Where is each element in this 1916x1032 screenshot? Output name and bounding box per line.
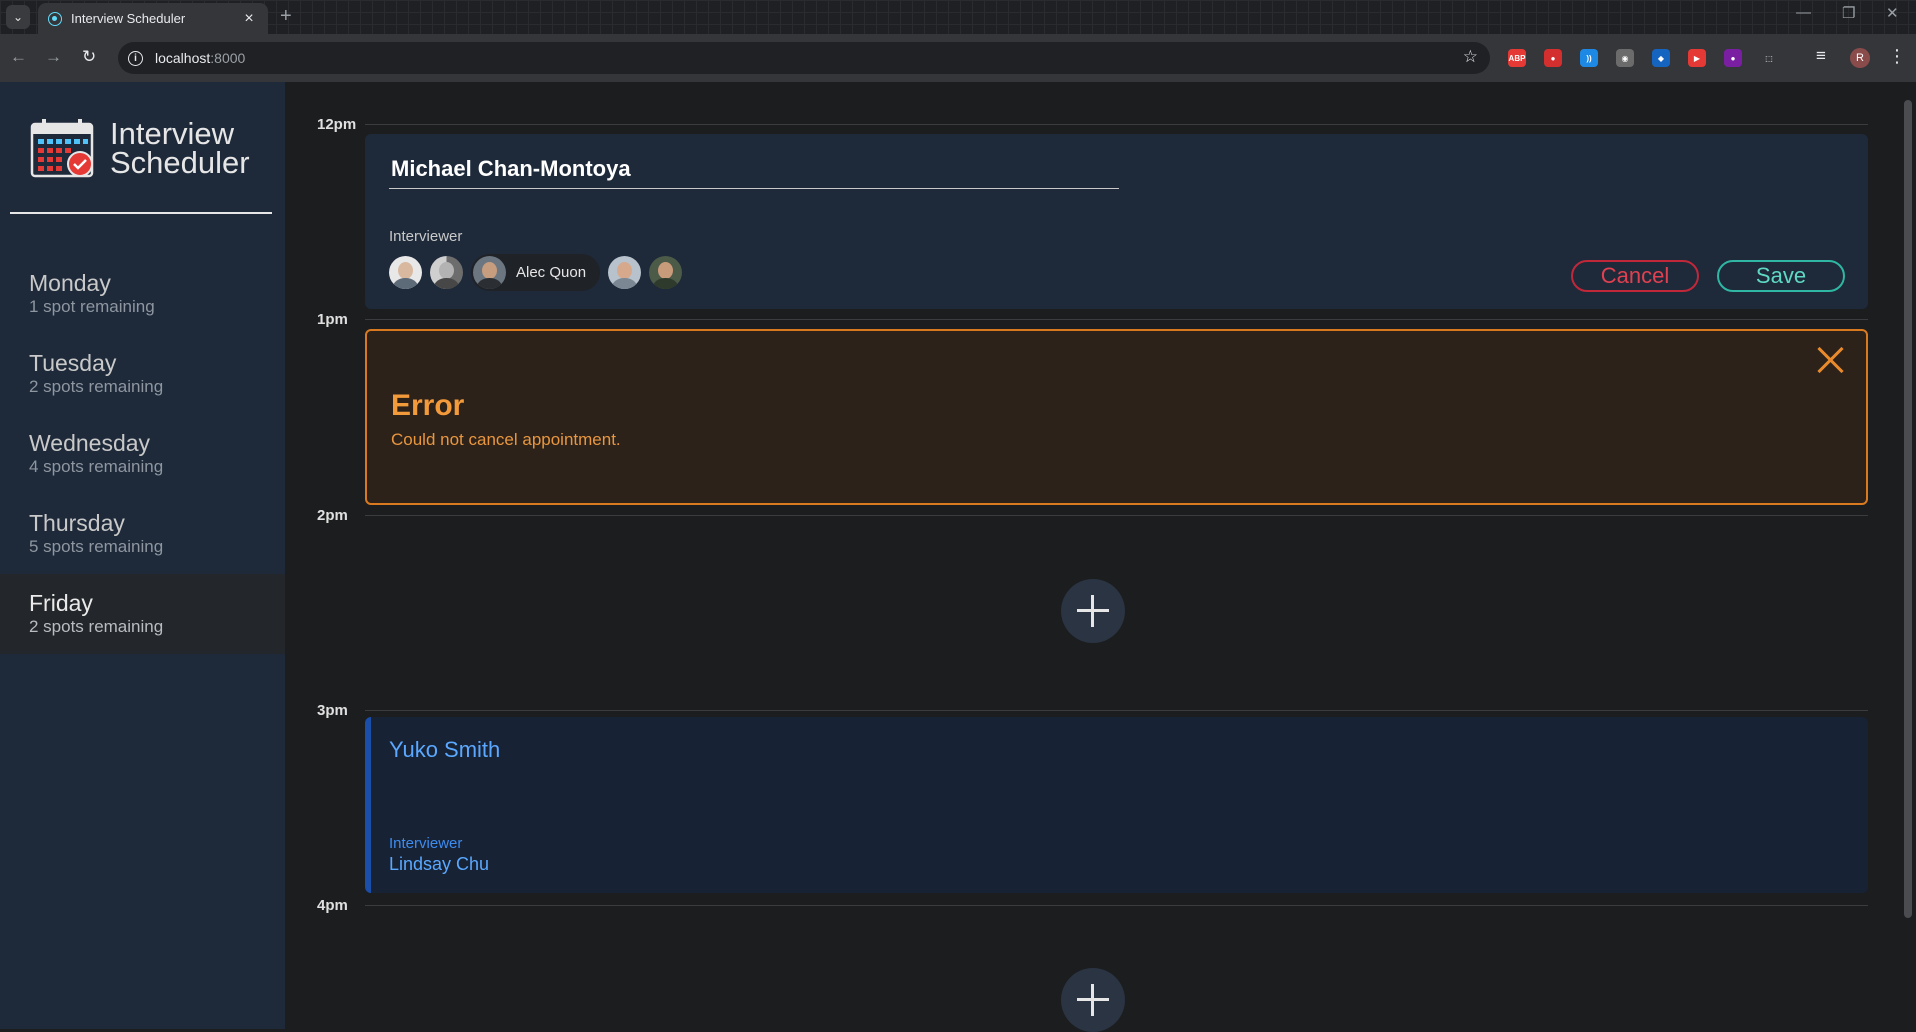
day-name: Friday: [29, 590, 93, 616]
time-divider: [365, 710, 1868, 711]
close-window-icon[interactable]: ✕: [1886, 4, 1899, 22]
add-appointment-button[interactable]: [1061, 968, 1125, 1032]
error-alert: Error Could not cancel appointment.: [365, 329, 1868, 505]
time-label: 2pm: [317, 507, 348, 524]
day-spots-remaining: 1 spot remaining: [29, 297, 155, 316]
interviewer-avatar[interactable]: [649, 256, 683, 289]
new-tab-button[interactable]: +: [280, 5, 292, 28]
menu-icon[interactable]: ⋮: [1888, 46, 1906, 67]
time-divider: [365, 905, 1868, 906]
day-spots-remaining: 5 spots remaining: [29, 537, 164, 556]
extension-icon[interactable]: ●: [1724, 49, 1742, 67]
forward-icon[interactable]: →: [45, 47, 62, 67]
browser-tab[interactable]: Interview Scheduler ×: [38, 3, 268, 34]
address-bar[interactable]: i localhost:8000 ☆: [118, 42, 1490, 74]
extension-icon[interactable]: )): [1580, 49, 1598, 67]
time-label: 12pm: [317, 116, 357, 133]
error-message: Could not cancel appointment.: [391, 430, 621, 449]
restore-icon[interactable]: ❐: [1842, 4, 1855, 22]
close-icon[interactable]: [1816, 345, 1846, 375]
sidebar-divider: [10, 212, 272, 214]
day-list-item[interactable]: Tuesday 2 spots remaining: [0, 334, 285, 414]
browser-toolbar: ← → ↻ i localhost:8000 ☆ ABP ●)) ◉ ◆ ▶ ● ⬚ ≡ R…: [0, 34, 1916, 82]
time-label: 4pm: [317, 897, 348, 914]
close-icon[interactable]: ×: [240, 10, 258, 28]
time-divider: [365, 515, 1868, 516]
time-divider: [365, 319, 1868, 320]
day-spots-remaining: 2 spots remaining: [29, 377, 164, 396]
day-spots-remaining: 2 spots remaining: [29, 617, 164, 636]
day-list-item[interactable]: Monday 1 spot remaining: [0, 254, 285, 334]
minimize-icon[interactable]: —: [1796, 4, 1811, 21]
interviewer-list: Alec Quon: [389, 254, 683, 291]
calendar-logo-icon: [30, 119, 94, 178]
scrollbar[interactable]: [1900, 82, 1916, 1029]
time-label: 3pm: [317, 702, 348, 719]
interviewer-name: Alec Quon: [516, 264, 587, 281]
app-title: Interview Scheduler: [110, 116, 250, 180]
booked-interviewer-name: Lindsay Chu: [389, 854, 490, 874]
interviewer-avatar: [473, 256, 506, 289]
add-appointment-button[interactable]: [1061, 579, 1125, 643]
day-list-item[interactable]: Thursday 5 spots remaining: [0, 494, 285, 574]
booked-interviewer-label: Interviewer: [389, 835, 463, 852]
day-list-item[interactable]: Wednesday 4 spots remaining: [0, 414, 285, 494]
brand: Interview Scheduler: [30, 118, 250, 178]
app-root: Interview Scheduler Monday 1 spot remaini…: [0, 82, 1916, 1032]
interviewer-avatar[interactable]: [608, 256, 642, 289]
booked-appointment[interactable]: Yuko Smith Interviewer Lindsay Chu: [365, 717, 1868, 893]
day-name: Thursday: [29, 510, 125, 536]
tab-search-button[interactable]: ⌄: [6, 5, 30, 29]
day-list-item[interactable]: Friday 2 spots remaining: [0, 574, 285, 654]
interviewer-list-label: Interviewer: [389, 228, 463, 245]
day-list: Monday 1 spot remaining Tuesday 2 spots rem…: [0, 254, 285, 654]
day-name: Wednesday: [29, 430, 151, 456]
day-spots-remaining: 4 spots remaining: [29, 457, 164, 476]
interviewer-avatar[interactable]: [430, 256, 463, 289]
time-label: 1pm: [317, 311, 348, 328]
schedule: 12pm Michael Chan-Montoya Interviewer Al…: [285, 82, 1900, 1032]
profile-avatar[interactable]: R: [1850, 48, 1870, 68]
reload-icon[interactable]: ↻: [82, 47, 96, 67]
extension-icon[interactable]: ▶: [1688, 49, 1706, 67]
error-title: Error: [391, 389, 465, 422]
student-name-input[interactable]: Michael Chan-Montoya: [389, 156, 1119, 189]
day-name: Tuesday: [29, 350, 117, 376]
interviewer-selected[interactable]: Alec Quon: [471, 254, 601, 291]
scrollbar-thumb[interactable]: [1904, 100, 1912, 918]
time-divider: [365, 124, 1868, 125]
tab-title: Interview Scheduler: [71, 11, 186, 26]
extension-icon[interactable]: ●: [1544, 49, 1562, 67]
save-button[interactable]: Save: [1717, 260, 1845, 292]
url-text: localhost:8000: [155, 50, 246, 66]
appointment-form: Michael Chan-Montoya Interviewer Alec Qu…: [365, 134, 1868, 309]
bookmark-star-icon[interactable]: ☆: [1463, 47, 1478, 67]
info-icon[interactable]: i: [128, 50, 143, 66]
day-name: Monday: [29, 270, 111, 296]
extension-icon[interactable]: ◉: [1616, 49, 1634, 67]
booked-student-name: Yuko Smith: [389, 737, 501, 762]
browser-tab-bar: ⌄ Interview Scheduler × + — ❐ ✕: [0, 0, 1916, 34]
extension-icon[interactable]: ◆: [1652, 49, 1670, 67]
extension-icon[interactable]: ⬚: [1760, 49, 1778, 67]
reading-list-icon[interactable]: ≡: [1816, 46, 1826, 66]
react-icon: [48, 11, 62, 26]
interviewer-avatar[interactable]: [389, 256, 422, 289]
cancel-button[interactable]: Cancel: [1571, 260, 1699, 292]
extension-icon[interactable]: ABP: [1508, 49, 1526, 67]
back-icon[interactable]: ←: [10, 47, 27, 67]
sidebar: Interview Scheduler Monday 1 spot remaini…: [0, 82, 285, 1029]
